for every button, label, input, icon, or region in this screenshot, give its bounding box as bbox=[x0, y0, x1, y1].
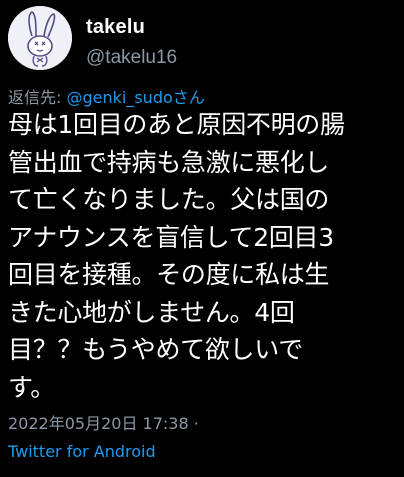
tweet-line: す。 bbox=[8, 372, 55, 402]
display-name[interactable]: takelu bbox=[86, 16, 145, 39]
avatar[interactable] bbox=[8, 6, 72, 70]
reply-suffix: さん bbox=[172, 88, 205, 107]
reply-prefix: 返信先: bbox=[8, 88, 67, 107]
tweet-line: 母は1回目のあと原因不明の腸 bbox=[8, 110, 345, 139]
tweet-line: アナウンスを盲信して2回目3 bbox=[8, 222, 334, 252]
reply-to-line: 返信先: @genki_sudoさん bbox=[8, 84, 205, 108]
tweet-header: takelu @takelu16 bbox=[8, 6, 398, 76]
reply-mention-link[interactable]: @genki_sudo bbox=[66, 88, 172, 107]
bunny-icon bbox=[8, 6, 72, 70]
tweet-line: 管出血で持病も急激に悪化し bbox=[8, 147, 330, 177]
tweet-line: て亡くなりました。父は国の bbox=[8, 185, 330, 214]
user-handle[interactable]: @takelu16 bbox=[86, 47, 177, 69]
tweet-source-link[interactable]: Twitter for Android bbox=[8, 442, 156, 461]
tweet-line: 回目を接種。その度に私は生 bbox=[8, 260, 330, 289]
tweet-line: きた心地がしません。4回 bbox=[8, 297, 295, 327]
tweet-timestamp[interactable]: 2022年05月20日 17:38 · bbox=[8, 410, 199, 434]
tweet-text: 母は1回目のあと原因不明の腸 管出血で持病も急激に悪化し て亡くなりました。父は… bbox=[8, 106, 400, 406]
tweet-line: 目？？もうやめて欲しいで bbox=[8, 335, 303, 364]
